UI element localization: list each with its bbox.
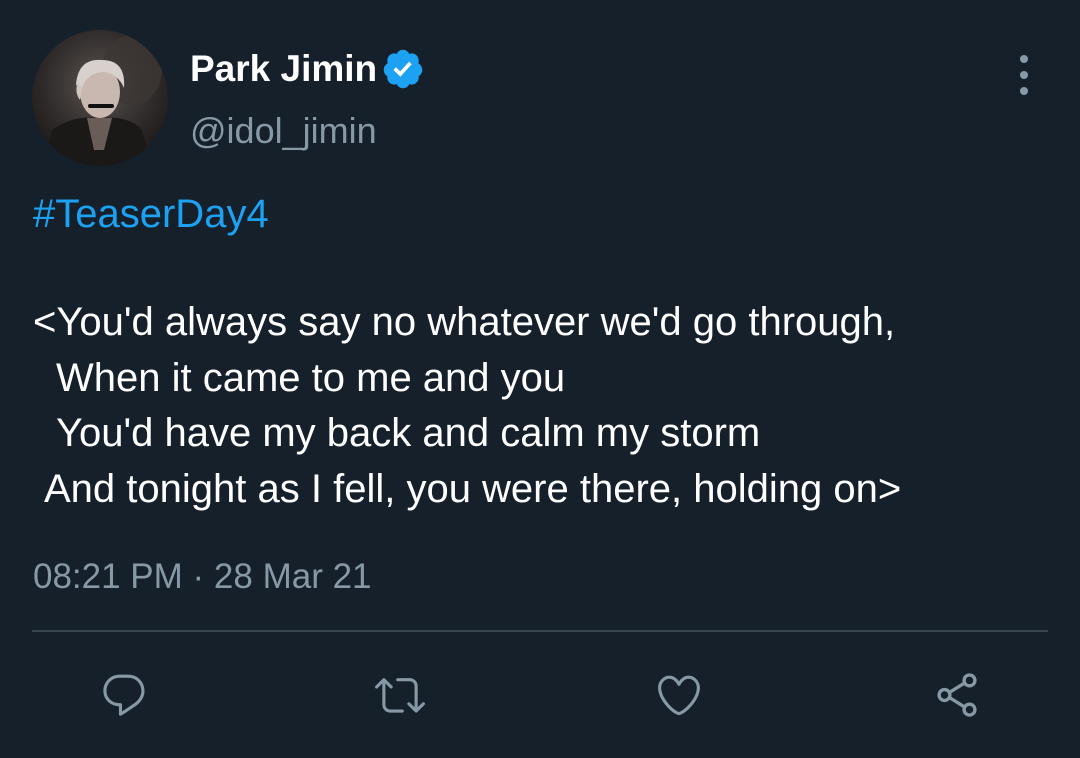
- more-dot: [1020, 71, 1028, 79]
- tweet-text-line-1: <You'd always say no whatever we'd go th…: [33, 300, 896, 344]
- reply-button[interactable]: [97, 668, 151, 722]
- share-button[interactable]: [930, 668, 984, 722]
- more-dot: [1020, 87, 1028, 95]
- more-dot: [1020, 55, 1028, 63]
- avatar[interactable]: [32, 30, 168, 166]
- tweet-timestamp[interactable]: 08:21 PM · 28 Mar 21: [33, 557, 372, 597]
- heart-icon: [658, 675, 700, 716]
- tweet-text-line-2: When it came to me and you: [56, 356, 566, 400]
- user-handle[interactable]: @idol_jimin: [190, 110, 377, 152]
- tweet-text-line-4: And tonight as I fell, you were there, h…: [44, 467, 902, 511]
- reply-icon: [103, 674, 145, 716]
- hashtag-link[interactable]: #TeaserDay4: [33, 192, 269, 237]
- display-name[interactable]: Park Jimin: [190, 48, 377, 90]
- tweet-text-line-3: You'd have my back and calm my storm: [56, 411, 761, 455]
- retweet-icon: [375, 678, 425, 713]
- retweet-button[interactable]: [373, 668, 427, 722]
- verified-badge-icon: [383, 49, 423, 89]
- share-icon: [937, 673, 977, 717]
- more-vertical-icon[interactable]: [1008, 55, 1040, 95]
- author-name-row[interactable]: Park Jimin: [190, 46, 425, 92]
- like-button[interactable]: [652, 668, 706, 722]
- divider: [32, 630, 1048, 632]
- avatar-image: [32, 30, 168, 166]
